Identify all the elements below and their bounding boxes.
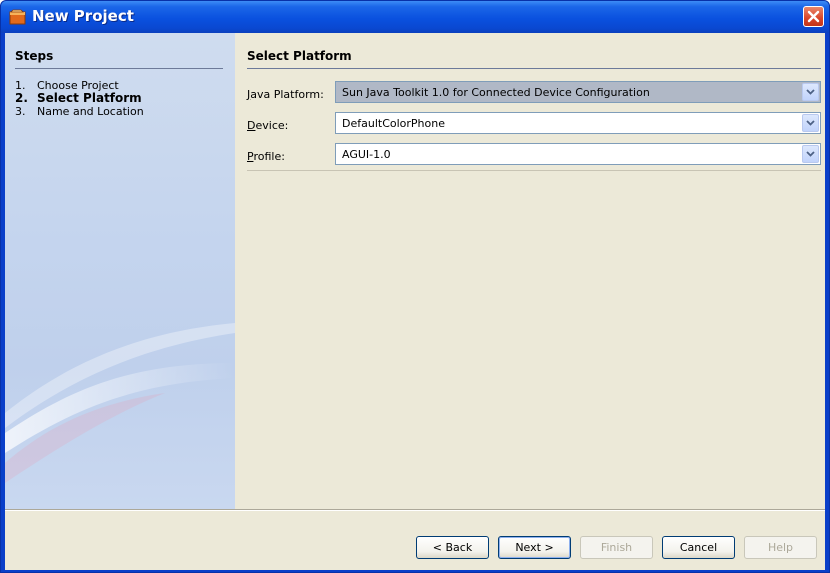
button-bar-divider-highlight <box>5 510 825 511</box>
dropdown-button[interactable] <box>802 83 819 101</box>
close-button[interactable] <box>803 6 824 27</box>
close-icon <box>807 10 820 23</box>
chevron-down-icon <box>806 89 815 95</box>
step-item: 3. Name and Location <box>15 105 144 118</box>
mnemonic-letter: D <box>247 119 256 132</box>
panel-heading: Select Platform <box>247 49 352 63</box>
step-item-current: 2. Select Platform <box>15 92 144 105</box>
steps-divider <box>15 68 223 69</box>
dropdown-button[interactable] <box>802 145 819 163</box>
new-project-dialog: New Project Steps 1. Choose Project 2. S… <box>0 0 830 573</box>
java-platform-value: Sun Java Toolkit 1.0 for Connected Devic… <box>342 86 650 99</box>
device-value: DefaultColorPhone <box>342 117 445 130</box>
steps-list: 1. Choose Project 2. Select Platform 3. Nam… <box>15 79 144 118</box>
finish-button[interactable]: Finish <box>580 536 653 559</box>
project-icon <box>9 9 27 25</box>
steps-panel: Steps 1. Choose Project 2. Select Platform… <box>5 33 235 509</box>
cancel-button[interactable]: Cancel <box>662 536 735 559</box>
back-button[interactable]: < Back <box>416 536 489 559</box>
panel-divider <box>247 68 821 69</box>
step-number: 2. <box>15 91 28 105</box>
steps-heading: Steps <box>15 49 54 63</box>
java-platform-label: Java Platform: <box>247 88 324 101</box>
dialog-body: Steps 1. Choose Project 2. Select Platform… <box>5 33 825 570</box>
profile-value: AGUI-1.0 <box>342 148 391 161</box>
window-title: New Project <box>32 7 134 25</box>
step-label: Name and Location <box>37 105 144 118</box>
step-number: 3. <box>15 105 26 118</box>
profile-select[interactable]: AGUI-1.0 <box>335 143 821 165</box>
dropdown-button[interactable] <box>802 114 819 132</box>
step-label: Select Platform <box>37 91 142 105</box>
chevron-down-icon <box>806 120 815 126</box>
title-bar[interactable]: New Project <box>1 1 829 33</box>
profile-label: Profile: <box>247 150 285 163</box>
device-label: Device: <box>247 119 289 132</box>
java-platform-select[interactable]: Sun Java Toolkit 1.0 for Connected Devic… <box>335 81 821 103</box>
chevron-down-icon <box>806 151 815 157</box>
mnemonic-letter: J <box>247 88 251 101</box>
main-panel: Select Platform Java Platform: Sun Java … <box>237 33 825 509</box>
fields-bottom-divider <box>247 170 821 171</box>
help-button[interactable]: Help <box>744 536 817 559</box>
mnemonic-letter: P <box>247 150 254 163</box>
next-button[interactable]: Next > <box>498 536 571 559</box>
device-select[interactable]: DefaultColorPhone <box>335 112 821 134</box>
